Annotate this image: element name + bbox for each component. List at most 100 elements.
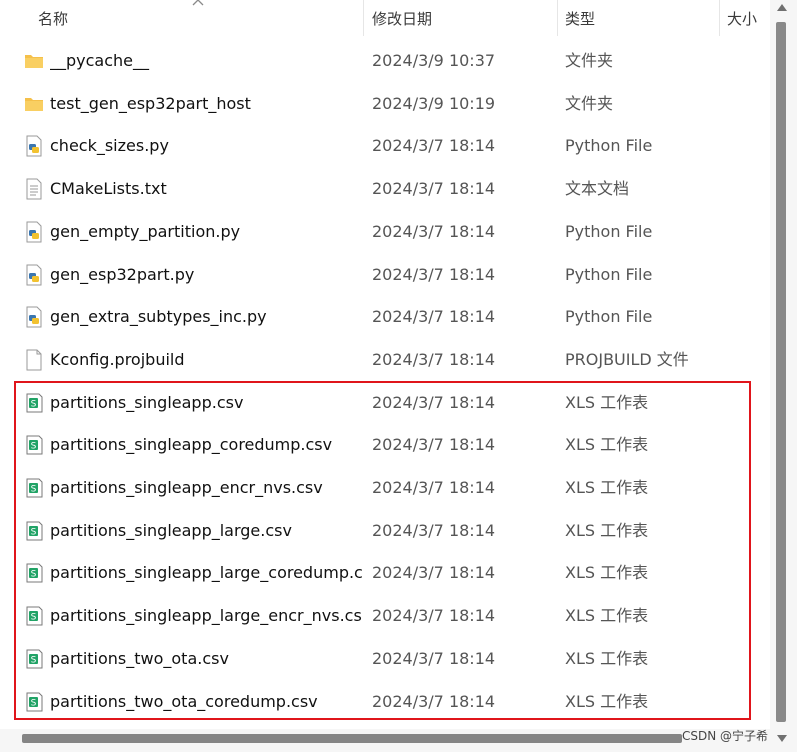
column-header-bar: 名称 修改日期 类型 大小 [0, 0, 770, 38]
column-header-size[interactable]: 大小 [727, 8, 757, 30]
file-name[interactable]: check_sizes.py [50, 125, 362, 167]
file-modified-date: 2024/3/9 10:19 [372, 93, 496, 113]
file-type: XLS 工作表 [565, 648, 649, 668]
horizontal-scrollbar-thumb[interactable] [22, 734, 682, 743]
spreadsheet-file-icon: S [24, 392, 44, 414]
file-type: Python File [565, 264, 653, 284]
scroll-down-arrow-icon[interactable] [777, 735, 787, 742]
file-type: XLS 工作表 [565, 435, 649, 455]
file-row[interactable]: gen_extra_subtypes_inc.py 2024/3/7 18:14 P… [0, 296, 770, 338]
svg-text:S: S [31, 442, 37, 452]
file-modified-date: 2024/3/7 18:14 [372, 606, 496, 626]
file-name[interactable]: partitions_singleapp_encr_nvs.csv [50, 467, 362, 509]
file-type: Python File [565, 307, 653, 327]
file-row[interactable]: gen_esp32part.py 2024/3/7 18:14 Python Fil… [0, 254, 770, 296]
file-modified-date: 2024/3/7 18:14 [372, 307, 496, 327]
file-row[interactable]: S partitions_singleapp_large_encr_nvs.cs… [0, 595, 770, 637]
file-name[interactable]: partitions_singleapp_large_encr_nvs.csv [50, 595, 362, 637]
file-row[interactable]: S partitions_singleapp.csv 2024/3/7 18:14… [0, 382, 770, 424]
text-file-icon [24, 178, 44, 200]
file-row[interactable]: S partitions_singleapp_large_coredump.c.… [0, 552, 770, 594]
file-type: 文件夹 [565, 51, 614, 70]
file-name[interactable]: gen_esp32part.py [50, 254, 362, 296]
file-type: PROJBUILD 文件 [565, 349, 689, 369]
file-row[interactable]: S partitions_singleapp_large.csv 2024/3/7… [0, 510, 770, 552]
file-modified-date: 2024/3/7 18:14 [372, 179, 496, 199]
column-divider[interactable] [557, 0, 558, 36]
file-modified-date: 2024/3/7 18:14 [372, 478, 496, 497]
file-modified-date: 2024/3/7 18:14 [372, 392, 496, 412]
file-type: XLS 工作表 [565, 691, 649, 711]
file-name[interactable]: gen_extra_subtypes_inc.py [50, 296, 362, 338]
file-name[interactable]: Kconfig.projbuild [50, 339, 362, 381]
python-file-icon [24, 135, 44, 157]
spreadsheet-file-icon: S [24, 520, 44, 542]
file-modified-date: 2024/3/7 18:14 [372, 648, 496, 668]
python-file-icon [24, 221, 44, 243]
spreadsheet-file-icon: S [24, 562, 44, 584]
spreadsheet-file-icon: S [24, 691, 44, 713]
file-type: XLS 工作表 [565, 478, 649, 497]
file-type: XLS 工作表 [565, 520, 649, 540]
file-row[interactable]: CMakeLists.txt 2024/3/7 18:14 文本文档 [0, 168, 770, 210]
file-row[interactable]: S partitions_singleapp_coredump.csv 2024/… [0, 424, 770, 466]
vertical-scrollbar-thumb[interactable] [776, 22, 786, 722]
file-name[interactable]: partitions_singleapp_large.csv [50, 510, 362, 552]
file-name[interactable]: partitions_two_ota_coredump.csv [50, 681, 362, 723]
file-row[interactable]: check_sizes.py 2024/3/7 18:14 Python File [0, 125, 770, 167]
file-modified-date: 2024/3/7 18:14 [372, 221, 496, 241]
file-row[interactable]: Kconfig.projbuild 2024/3/7 18:14 PROJBUILD… [0, 339, 770, 381]
file-type: XLS 工作表 [565, 392, 649, 412]
svg-text:S: S [31, 485, 37, 495]
file-row[interactable]: S partitions_two_ota.csv 2024/3/7 18:14 XL… [0, 638, 770, 680]
spreadsheet-file-icon: S [24, 648, 44, 670]
file-row[interactable]: __pycache__ 2024/3/9 10:37 文件夹 [0, 40, 770, 82]
file-modified-date: 2024/3/9 10:37 [372, 51, 496, 70]
folder-icon [24, 93, 44, 115]
scroll-up-arrow-icon[interactable] [777, 4, 787, 11]
file-row[interactable]: test_gen_esp32part_host 2024/3/9 10:19 文件夹 [0, 83, 770, 125]
sort-ascending-icon [192, 0, 204, 6]
svg-text:S: S [31, 613, 37, 623]
spreadsheet-file-icon: S [24, 605, 44, 627]
file-type: Python File [565, 221, 653, 241]
file-name[interactable]: CMakeLists.txt [50, 168, 362, 210]
column-header-modified[interactable]: 修改日期 [372, 8, 432, 30]
column-divider[interactable] [719, 0, 720, 36]
column-header-name[interactable]: 名称 [38, 8, 68, 30]
svg-text:S: S [31, 527, 37, 537]
file-row[interactable]: S partitions_singleapp_encr_nvs.csv 2024/… [0, 467, 770, 509]
spreadsheet-file-icon: S [24, 434, 44, 456]
file-type: 文本文档 [565, 179, 630, 199]
watermark: CSDN @宁子希 [682, 729, 769, 743]
file-row[interactable]: gen_empty_partition.py 2024/3/7 18:14 Pyth… [0, 211, 770, 253]
spreadsheet-file-icon: S [24, 477, 44, 499]
file-modified-date: 2024/3/7 18:14 [372, 349, 496, 369]
file-type: XLS 工作表 [565, 563, 649, 583]
file-type: XLS 工作表 [565, 606, 649, 626]
column-header-type[interactable]: 类型 [565, 8, 595, 30]
file-row[interactable]: S partitions_two_ota_coredump.csv 2024/3/… [0, 681, 770, 723]
file-modified-date: 2024/3/7 18:14 [372, 136, 496, 156]
file-type: 文件夹 [565, 93, 614, 113]
file-modified-date: 2024/3/7 18:14 [372, 520, 496, 540]
python-file-icon [24, 306, 44, 328]
file-modified-date: 2024/3/7 18:14 [372, 563, 496, 583]
file-name[interactable]: __pycache__ [50, 40, 362, 82]
column-divider[interactable] [363, 0, 364, 36]
file-name[interactable]: test_gen_esp32part_host [50, 83, 362, 125]
file-type: Python File [565, 136, 653, 156]
file-name[interactable]: gen_empty_partition.py [50, 211, 362, 253]
svg-text:S: S [31, 655, 37, 665]
file-name[interactable]: partitions_two_ota.csv [50, 638, 362, 680]
file-name[interactable]: partitions_singleapp.csv [50, 382, 362, 424]
blank-file-icon [24, 349, 44, 371]
file-modified-date: 2024/3/7 18:14 [372, 264, 496, 284]
svg-text:S: S [31, 570, 37, 580]
file-modified-date: 2024/3/7 18:14 [372, 435, 496, 455]
svg-text:S: S [31, 698, 37, 708]
svg-text:S: S [31, 399, 37, 409]
file-name[interactable]: partitions_singleapp_large_coredump.c... [50, 552, 362, 594]
file-name[interactable]: partitions_singleapp_coredump.csv [50, 424, 362, 466]
python-file-icon [24, 264, 44, 286]
